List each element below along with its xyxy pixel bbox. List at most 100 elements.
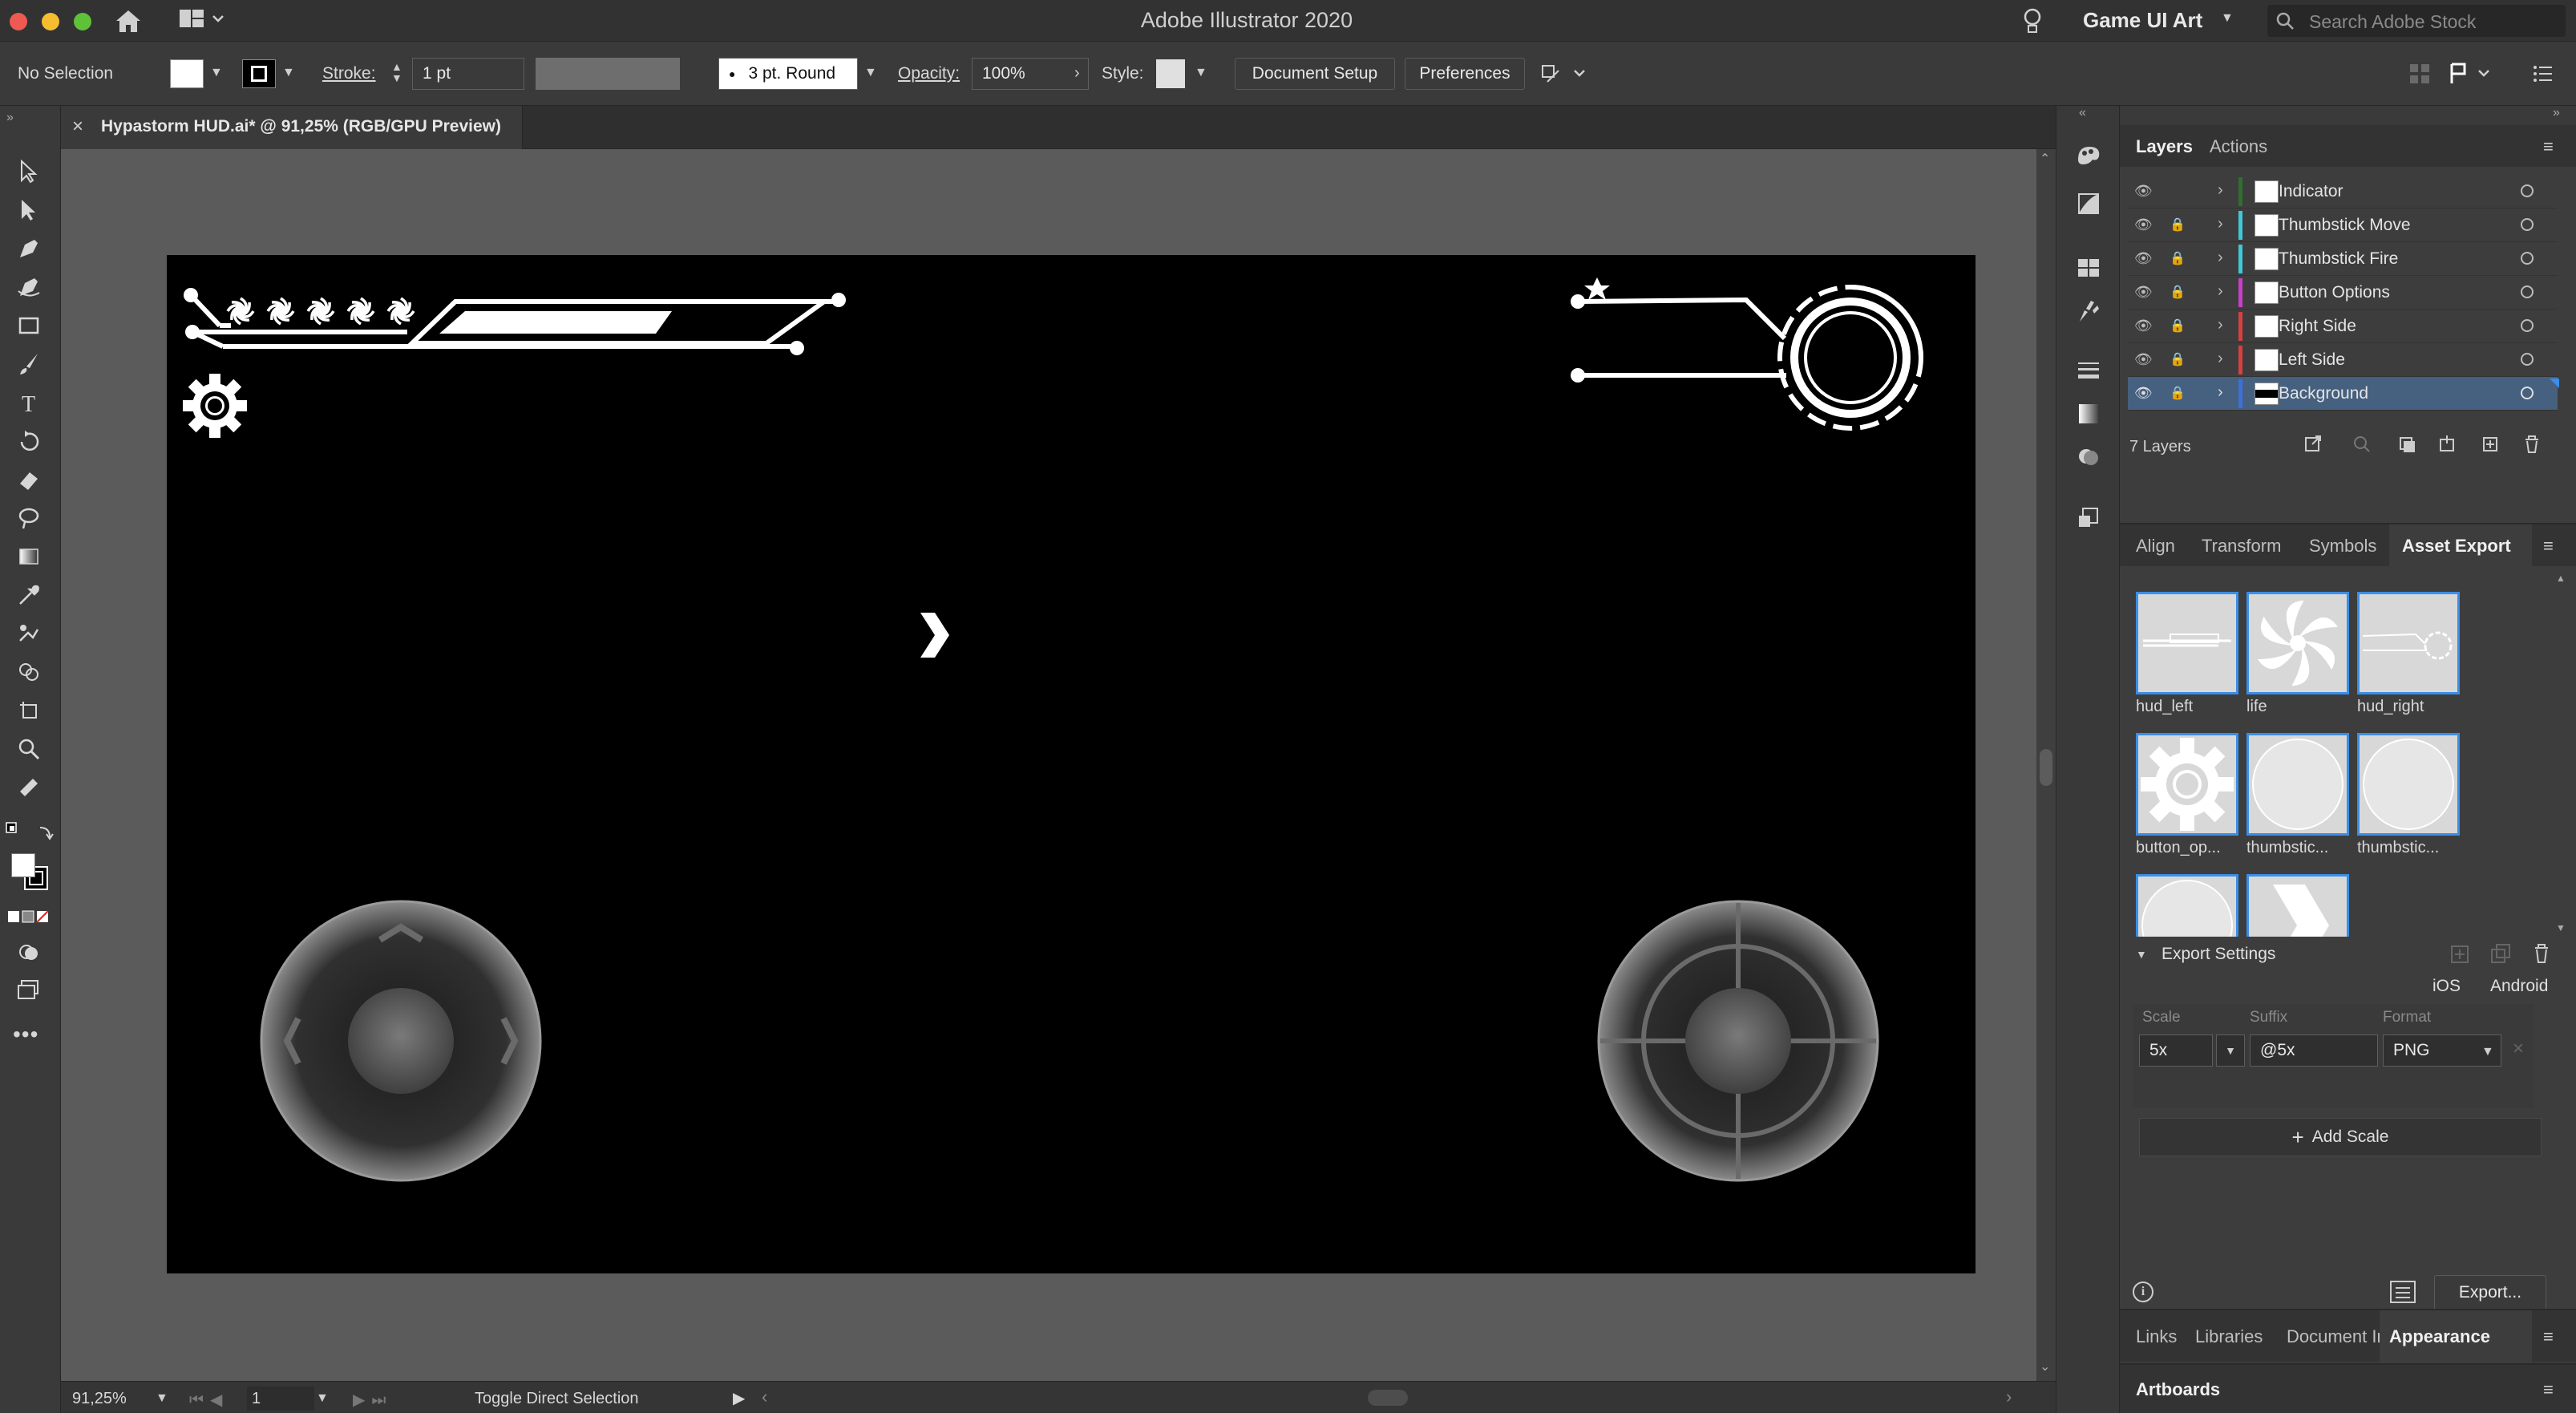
- tab-asset-export[interactable]: Asset Export: [2402, 536, 2511, 557]
- asset-tile[interactable]: thumbstic...: [2357, 733, 2461, 857]
- panel-menu-icon[interactable]: ≡: [2543, 136, 2554, 157]
- layer-row[interactable]: 👁 🔒 › Thumbstick Fire: [2128, 242, 2558, 276]
- grid-icon[interactable]: [2408, 63, 2431, 85]
- visibility-eye-icon[interactable]: 👁: [2134, 385, 2153, 402]
- visibility-eye-icon[interactable]: 👁: [2134, 351, 2153, 368]
- expand-layer-icon[interactable]: ›: [2218, 350, 2223, 368]
- swap-fill-stroke-icon[interactable]: [3, 818, 56, 850]
- draw-mode-icon[interactable]: [11, 937, 47, 969]
- artboards-panel-icon[interactable]: [2073, 502, 2105, 534]
- play-arrow-icon[interactable]: ▶: [733, 1388, 745, 1408]
- tab-libraries[interactable]: Libraries: [2195, 1326, 2263, 1347]
- panel-menu-icon[interactable]: ≡: [2543, 1326, 2554, 1347]
- opacity-label[interactable]: Opacity:: [898, 64, 960, 83]
- visibility-eye-icon[interactable]: 👁: [2134, 284, 2153, 301]
- gradient-panel-icon[interactable]: [2073, 398, 2105, 430]
- asset-thumbnail[interactable]: [2136, 874, 2238, 937]
- selection-tool-icon[interactable]: [11, 156, 47, 188]
- visibility-eye-icon[interactable]: 👁: [2134, 217, 2153, 233]
- edit-toolbar-icon[interactable]: •••: [13, 1022, 38, 1047]
- paintbrush-tool-icon[interactable]: [11, 348, 47, 380]
- color-mode-icons[interactable]: [6, 908, 51, 925]
- layer-row[interactable]: 👁 🔒 › Thumbstick Move: [2128, 209, 2558, 242]
- brushes-icon[interactable]: [2073, 295, 2105, 327]
- expand-layer-icon[interactable]: ›: [2218, 316, 2223, 334]
- expand-layer-icon[interactable]: ›: [2218, 282, 2223, 301]
- lock-icon[interactable]: 🔒: [2170, 250, 2186, 266]
- layer-name[interactable]: Indicator: [2279, 182, 2343, 201]
- asset-scrollbar[interactable]: ▲ ▼: [2556, 573, 2567, 941]
- horizontal-scroll-thumb[interactable]: [1368, 1390, 1408, 1406]
- layer-row[interactable]: 👁 🔒 › Button Options: [2128, 276, 2558, 310]
- chevron-right-icon[interactable]: ›: [1074, 64, 1080, 83]
- format-select[interactable]: PNG ▼: [2383, 1034, 2501, 1067]
- chevron-down-icon[interactable]: ▼: [316, 1391, 329, 1406]
- collapse-panels-icon[interactable]: »: [2553, 106, 2560, 120]
- android-preset-button[interactable]: Android: [2490, 977, 2548, 996]
- artboard-tool-icon[interactable]: [11, 694, 47, 727]
- asset-tile[interactable]: button_op...: [2136, 733, 2240, 857]
- eraser-tool-icon[interactable]: [11, 464, 47, 496]
- layer-name[interactable]: Thumbstick Move: [2279, 216, 2411, 235]
- layer-name[interactable]: Left Side: [2279, 350, 2345, 370]
- suffix-field[interactable]: @5x: [2250, 1034, 2378, 1067]
- lock-icon[interactable]: 🔒: [2170, 318, 2186, 334]
- scale-dropdown-button[interactable]: ▼: [2216, 1034, 2245, 1067]
- tab-transform[interactable]: Transform: [2202, 536, 2281, 557]
- scale-field[interactable]: 5x: [2139, 1034, 2213, 1067]
- layer-row[interactable]: 👁 🔒 › Right Side: [2128, 310, 2558, 343]
- ios-preset-button[interactable]: iOS: [2432, 977, 2461, 996]
- artboard-number-field[interactable]: 1: [247, 1387, 314, 1411]
- brush-definition-field[interactable]: ● 3 pt. Round: [718, 58, 858, 90]
- layer-name[interactable]: Right Side: [2279, 317, 2356, 336]
- asset-tile[interactable]: hud_left: [2136, 592, 2240, 716]
- collapse-triangle-icon[interactable]: ▼: [2136, 948, 2147, 961]
- screen-mode-icon[interactable]: [11, 974, 47, 1006]
- shape-builder-tool-icon[interactable]: [11, 656, 47, 688]
- list-menu-icon[interactable]: [2532, 63, 2554, 85]
- expand-layer-icon[interactable]: ›: [2218, 383, 2223, 402]
- layer-target-icon[interactable]: [2521, 252, 2534, 265]
- graphic-style-swatch[interactable]: [1156, 59, 1185, 88]
- stroke-stepper-icon[interactable]: ▲ ▼: [391, 61, 402, 83]
- layer-name[interactable]: Thumbstick Fire: [2279, 249, 2398, 269]
- scroll-up-icon[interactable]: ⌃: [2040, 151, 2050, 167]
- info-icon[interactable]: i: [2133, 1281, 2153, 1302]
- layer-target-icon[interactable]: [2521, 353, 2534, 366]
- expand-layer-icon[interactable]: ›: [2218, 181, 2223, 200]
- export-button[interactable]: Export...: [2434, 1275, 2546, 1310]
- add-scale-button[interactable]: + Add Scale: [2139, 1118, 2542, 1156]
- chevron-down-icon[interactable]: ▼: [1195, 66, 1207, 80]
- layer-name[interactable]: Button Options: [2279, 283, 2390, 302]
- expand-panels-icon[interactable]: «: [2079, 106, 2086, 120]
- scroll-down-icon[interactable]: ⌄: [2040, 1358, 2050, 1375]
- preferences-button[interactable]: Preferences: [1405, 58, 1525, 90]
- expand-layer-icon[interactable]: ›: [2218, 249, 2223, 267]
- scroll-left-icon[interactable]: ‹: [762, 1387, 767, 1407]
- fill-swatch[interactable]: [170, 59, 204, 88]
- search-input[interactable]: Search Adobe Stock: [2309, 11, 2476, 33]
- curvature-tool-icon[interactable]: [11, 271, 47, 303]
- pen-tool-icon[interactable]: [11, 233, 47, 265]
- visibility-eye-icon[interactable]: 👁: [2134, 318, 2153, 334]
- panel-menu-icon[interactable]: ≡: [2543, 1379, 2554, 1400]
- layer-row[interactable]: 👁 🔒 › Left Side: [2128, 343, 2558, 377]
- vertical-scrollbar[interactable]: ⌃ ⌄: [2036, 149, 2056, 1381]
- layer-target-icon[interactable]: [2521, 285, 2534, 298]
- tab-artboards[interactable]: Artboards: [2136, 1379, 2220, 1400]
- remove-scale-icon[interactable]: ×: [2513, 1038, 2524, 1060]
- tab-links[interactable]: Links: [2136, 1326, 2177, 1347]
- stroke-weight-field[interactable]: 1 pt: [412, 58, 524, 90]
- image-trace-icon[interactable]: [2073, 188, 2105, 220]
- rotate-tool-icon[interactable]: [11, 425, 47, 457]
- rectangle-tool-icon[interactable]: [11, 310, 47, 342]
- swatches-icon[interactable]: [2073, 252, 2105, 284]
- document-setup-button[interactable]: Document Setup: [1235, 58, 1395, 90]
- workspace-switcher[interactable]: Game UI Art: [2083, 8, 2202, 33]
- visibility-eye-icon[interactable]: 👁: [2134, 250, 2153, 267]
- close-tab-icon[interactable]: ×: [72, 115, 83, 138]
- layer-target-icon[interactable]: [2521, 184, 2534, 197]
- properties-panel-icon[interactable]: [2449, 61, 2497, 87]
- tab-align[interactable]: Align: [2136, 536, 2175, 557]
- chevron-down-icon[interactable]: ▼: [210, 66, 223, 80]
